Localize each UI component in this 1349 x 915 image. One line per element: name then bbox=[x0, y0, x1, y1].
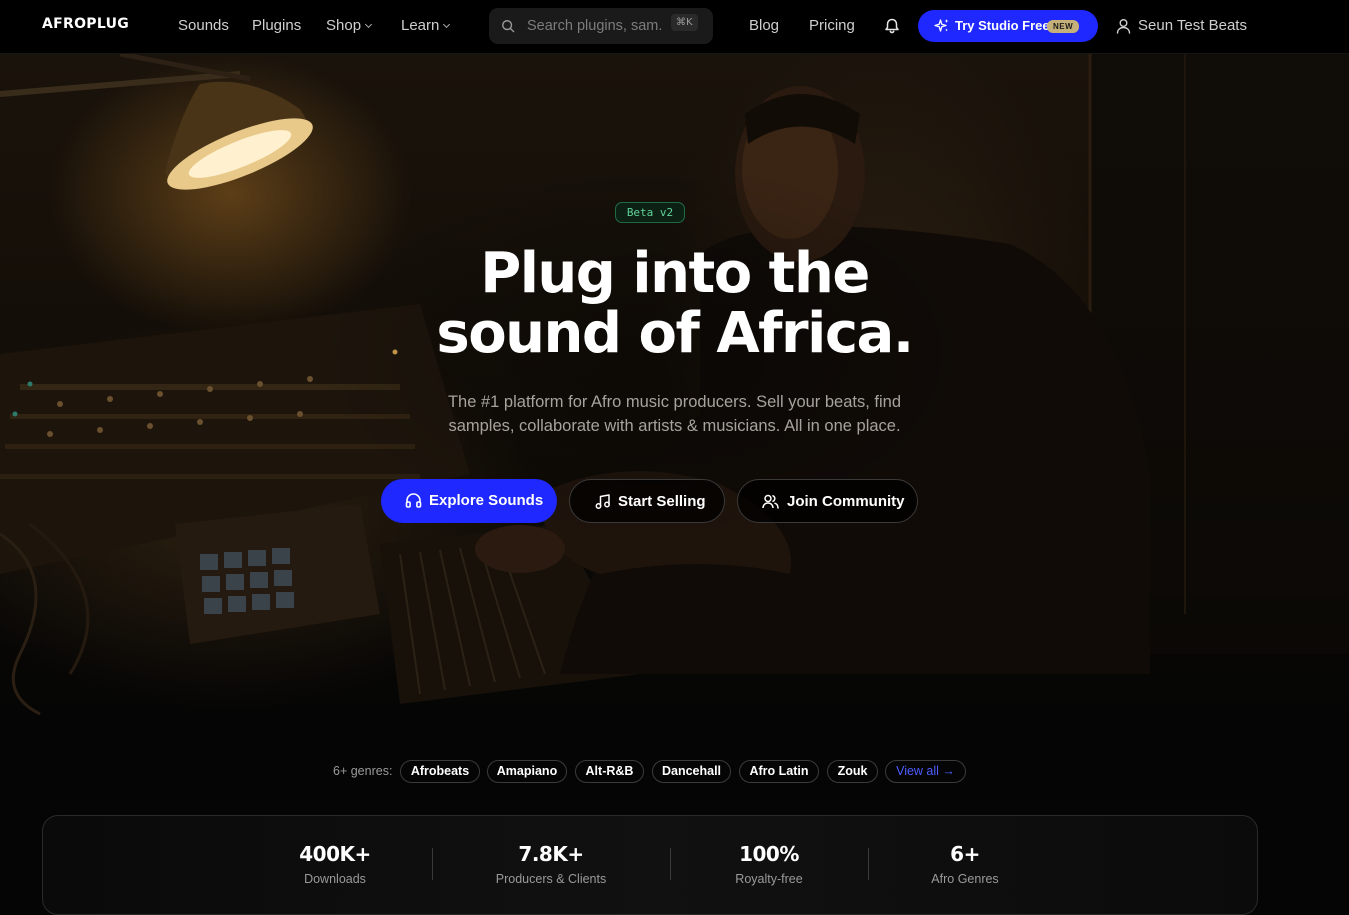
start-selling-label: Start Selling bbox=[618, 493, 706, 510]
nav-link-shop-label: Shop bbox=[326, 17, 362, 34]
genre-chip-zouk[interactable]: Zouk bbox=[827, 760, 878, 783]
user-icon bbox=[1116, 19, 1131, 34]
new-badge: NEW bbox=[1047, 20, 1080, 33]
stat-downloads: 400K+ Downloads bbox=[235, 842, 435, 886]
explore-sounds-button[interactable]: Explore Sounds bbox=[381, 479, 557, 523]
nav-link-learn-label: Learn bbox=[401, 17, 440, 34]
chevron-down-icon bbox=[443, 20, 451, 29]
nav-link-plugins-label: Plugins bbox=[252, 17, 302, 34]
genre-chip-alt-rnb[interactable]: Alt-R&B bbox=[575, 760, 644, 783]
stat-divider bbox=[432, 848, 433, 880]
stat-genres-label: Afro Genres bbox=[931, 872, 999, 886]
stat-producers-label: Producers & Clients bbox=[495, 872, 607, 886]
bell-icon[interactable] bbox=[883, 17, 901, 35]
start-selling-button[interactable]: Start Selling bbox=[569, 479, 725, 523]
stat-producers: 7.8K+ Producers & Clients bbox=[451, 842, 651, 886]
stat-royalty-free-label: Royalty-free bbox=[735, 872, 803, 886]
search-input[interactable] bbox=[525, 16, 665, 36]
search-icon bbox=[502, 20, 515, 33]
hero-subtitle: The #1 platform for Afro music producers… bbox=[400, 390, 949, 438]
stat-producers-value: 7.8K+ bbox=[518, 842, 584, 866]
try-studio-free-button[interactable]: Try Studio Free NEW bbox=[918, 10, 1098, 42]
stat-genres: 6+ Afro Genres bbox=[865, 842, 1065, 886]
nav-link-pricing[interactable]: Pricing bbox=[809, 17, 855, 34]
chevron-down-icon bbox=[365, 20, 373, 29]
nav-link-sounds-label: Sounds bbox=[178, 17, 229, 34]
stat-genres-value: 6+ bbox=[950, 842, 980, 866]
hero-headline: Plug into the sound of Africa. bbox=[300, 244, 1049, 364]
hero-subtitle-line1: The #1 platform for Afro music producers… bbox=[447, 393, 902, 411]
view-all-genres-link[interactable]: View all → bbox=[885, 760, 966, 783]
stat-royalty-free: 100% Royalty-free bbox=[669, 842, 869, 886]
headphones-icon bbox=[405, 493, 422, 508]
nav-link-shop[interactable]: Shop bbox=[326, 17, 373, 34]
beta-badge: Beta v2 bbox=[615, 202, 685, 223]
join-community-label: Join Community bbox=[787, 493, 905, 510]
stats-bar: 400K+ Downloads 7.8K+ Producers & Client… bbox=[42, 815, 1258, 915]
genre-chip-dancehall[interactable]: Dancehall bbox=[652, 760, 731, 783]
sparkles-icon bbox=[934, 19, 949, 32]
music-note-icon bbox=[595, 494, 610, 509]
genre-chip-afro-latin[interactable]: Afro Latin bbox=[739, 760, 819, 783]
try-studio-free-label: Try Studio Free bbox=[955, 18, 1050, 33]
hero-headline-line1: Plug into the bbox=[480, 241, 870, 306]
genre-chip-afrobeats[interactable]: Afrobeats bbox=[400, 760, 480, 783]
genres-label: 6+ genres: bbox=[333, 764, 393, 778]
stat-downloads-label: Downloads bbox=[304, 872, 366, 886]
hero-headline-line2: sound of Africa. bbox=[436, 301, 914, 366]
nav-link-learn[interactable]: Learn bbox=[401, 17, 451, 34]
users-icon bbox=[762, 494, 779, 509]
hero-subtitle-line2: samples, collaborate with artists & musi… bbox=[448, 417, 901, 435]
afroplug-logo[interactable]: AFROPLUG bbox=[42, 16, 129, 32]
stat-downloads-value: 400K+ bbox=[299, 842, 371, 866]
nav-link-plugins[interactable]: Plugins bbox=[252, 17, 301, 34]
nav-link-blog[interactable]: Blog bbox=[749, 17, 779, 34]
stat-royalty-free-value: 100% bbox=[739, 842, 799, 866]
user-name: Seun Test Beats bbox=[1138, 17, 1247, 34]
join-community-button[interactable]: Join Community bbox=[737, 479, 918, 523]
explore-sounds-label: Explore Sounds bbox=[429, 492, 544, 509]
top-nav: AFROPLUG Sounds Plugins Shop Learn ⌘K Bl… bbox=[0, 0, 1349, 54]
genre-chip-amapiano[interactable]: Amapiano bbox=[487, 760, 567, 783]
hero-section: Beta v2 Plug into the sound of Africa. T… bbox=[0, 54, 1349, 734]
search-shortcut-hint: ⌘K bbox=[671, 14, 698, 31]
nav-link-sounds[interactable]: Sounds bbox=[178, 17, 229, 34]
